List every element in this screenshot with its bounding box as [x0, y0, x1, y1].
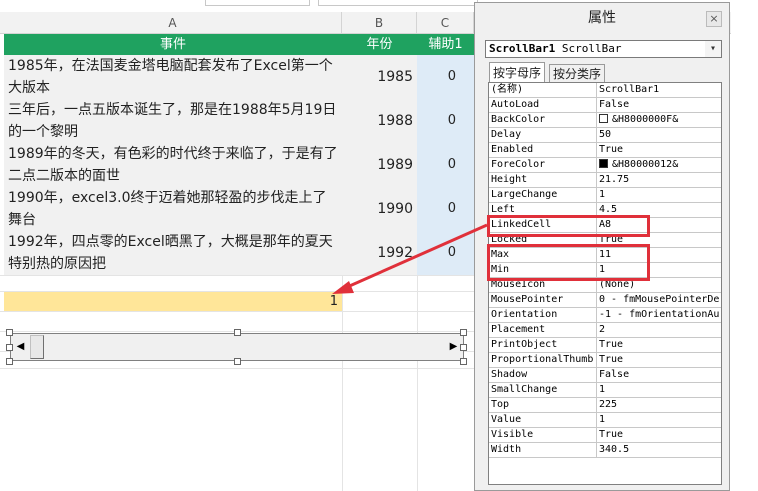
- annotation-arrow-line: [344, 223, 488, 290]
- annotation-arrow-head: [332, 281, 354, 294]
- annotation-arrow-svg: [332, 223, 488, 294]
